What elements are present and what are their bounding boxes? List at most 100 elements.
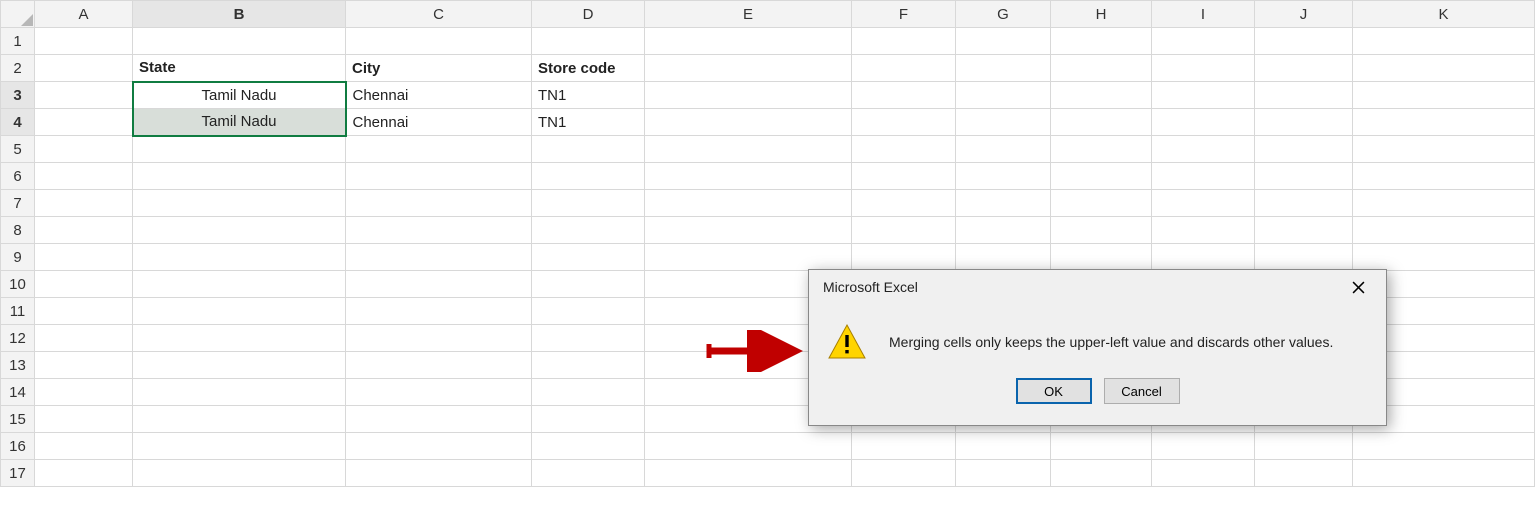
cell-C1[interactable]	[346, 28, 532, 55]
col-header-B[interactable]: B	[133, 1, 346, 28]
cell-K16[interactable]	[1353, 433, 1535, 460]
cell-G16[interactable]	[956, 433, 1051, 460]
cell-E7[interactable]	[645, 190, 852, 217]
cell-B5[interactable]	[133, 136, 346, 163]
cell-F9[interactable]	[852, 244, 956, 271]
cell-B14[interactable]	[133, 379, 346, 406]
cell-D12[interactable]	[532, 325, 645, 352]
cell-I2[interactable]	[1152, 55, 1255, 82]
col-header-I[interactable]: I	[1152, 1, 1255, 28]
cell-F2[interactable]	[852, 55, 956, 82]
col-header-F[interactable]: F	[852, 1, 956, 28]
cell-H17[interactable]	[1051, 460, 1152, 487]
cell-H4[interactable]	[1051, 109, 1152, 136]
cell-I6[interactable]	[1152, 163, 1255, 190]
cell-A9[interactable]	[35, 244, 133, 271]
cell-F6[interactable]	[852, 163, 956, 190]
cell-A16[interactable]	[35, 433, 133, 460]
cell-A4[interactable]	[35, 109, 133, 136]
cell-A14[interactable]	[35, 379, 133, 406]
cell-G8[interactable]	[956, 217, 1051, 244]
cell-E6[interactable]	[645, 163, 852, 190]
cell-C2[interactable]: City	[346, 55, 532, 82]
cell-I17[interactable]	[1152, 460, 1255, 487]
row-header-14[interactable]: 14	[1, 379, 35, 406]
cancel-button[interactable]: Cancel	[1104, 378, 1180, 404]
cell-E5[interactable]	[645, 136, 852, 163]
row-header-5[interactable]: 5	[1, 136, 35, 163]
cell-K5[interactable]	[1353, 136, 1535, 163]
cell-F7[interactable]	[852, 190, 956, 217]
cell-C16[interactable]	[346, 433, 532, 460]
cell-B11[interactable]	[133, 298, 346, 325]
cell-I16[interactable]	[1152, 433, 1255, 460]
cell-A10[interactable]	[35, 271, 133, 298]
cell-H7[interactable]	[1051, 190, 1152, 217]
cell-K1[interactable]	[1353, 28, 1535, 55]
cell-D16[interactable]	[532, 433, 645, 460]
cell-D10[interactable]	[532, 271, 645, 298]
cell-J8[interactable]	[1255, 217, 1353, 244]
cell-J6[interactable]	[1255, 163, 1353, 190]
cell-B3[interactable]: Tamil Nadu	[133, 82, 346, 109]
select-all-corner[interactable]	[1, 1, 35, 28]
row-header-12[interactable]: 12	[1, 325, 35, 352]
cell-C14[interactable]	[346, 379, 532, 406]
cell-D4[interactable]: TN1	[532, 109, 645, 136]
cell-H9[interactable]	[1051, 244, 1152, 271]
cell-J4[interactable]	[1255, 109, 1353, 136]
row-header-15[interactable]: 15	[1, 406, 35, 433]
cell-G4[interactable]	[956, 109, 1051, 136]
cell-C5[interactable]	[346, 136, 532, 163]
cell-B1[interactable]	[133, 28, 346, 55]
cell-G9[interactable]	[956, 244, 1051, 271]
cell-C9[interactable]	[346, 244, 532, 271]
cell-J7[interactable]	[1255, 190, 1353, 217]
row-header-6[interactable]: 6	[1, 163, 35, 190]
cell-C4[interactable]: Chennai	[346, 109, 532, 136]
cell-B10[interactable]	[133, 271, 346, 298]
cell-D9[interactable]	[532, 244, 645, 271]
cell-A7[interactable]	[35, 190, 133, 217]
cell-D15[interactable]	[532, 406, 645, 433]
cell-H1[interactable]	[1051, 28, 1152, 55]
cell-B4[interactable]: Tamil Nadu	[133, 109, 346, 136]
cell-F3[interactable]	[852, 82, 956, 109]
cell-C12[interactable]	[346, 325, 532, 352]
cell-A15[interactable]	[35, 406, 133, 433]
cell-E2[interactable]	[645, 55, 852, 82]
cell-C7[interactable]	[346, 190, 532, 217]
col-header-K[interactable]: K	[1353, 1, 1535, 28]
ok-button[interactable]: OK	[1016, 378, 1092, 404]
cell-H5[interactable]	[1051, 136, 1152, 163]
cell-B6[interactable]	[133, 163, 346, 190]
cell-J9[interactable]	[1255, 244, 1353, 271]
cell-E17[interactable]	[645, 460, 852, 487]
cell-J1[interactable]	[1255, 28, 1353, 55]
col-header-D[interactable]: D	[532, 1, 645, 28]
cell-G3[interactable]	[956, 82, 1051, 109]
cell-C15[interactable]	[346, 406, 532, 433]
cell-D13[interactable]	[532, 352, 645, 379]
row-header-7[interactable]: 7	[1, 190, 35, 217]
cell-K8[interactable]	[1353, 217, 1535, 244]
cell-H16[interactable]	[1051, 433, 1152, 460]
cell-C13[interactable]	[346, 352, 532, 379]
row-header-4[interactable]: 4	[1, 109, 35, 136]
row-header-11[interactable]: 11	[1, 298, 35, 325]
cell-I5[interactable]	[1152, 136, 1255, 163]
cell-C3[interactable]: Chennai	[346, 82, 532, 109]
cell-D5[interactable]	[532, 136, 645, 163]
cell-H3[interactable]	[1051, 82, 1152, 109]
cell-C17[interactable]	[346, 460, 532, 487]
cell-A6[interactable]	[35, 163, 133, 190]
cell-D8[interactable]	[532, 217, 645, 244]
cell-I7[interactable]	[1152, 190, 1255, 217]
cell-A3[interactable]	[35, 82, 133, 109]
cell-A11[interactable]	[35, 298, 133, 325]
cell-K2[interactable]	[1353, 55, 1535, 82]
cell-K6[interactable]	[1353, 163, 1535, 190]
row-header-3[interactable]: 3	[1, 82, 35, 109]
cell-K3[interactable]	[1353, 82, 1535, 109]
cell-A5[interactable]	[35, 136, 133, 163]
